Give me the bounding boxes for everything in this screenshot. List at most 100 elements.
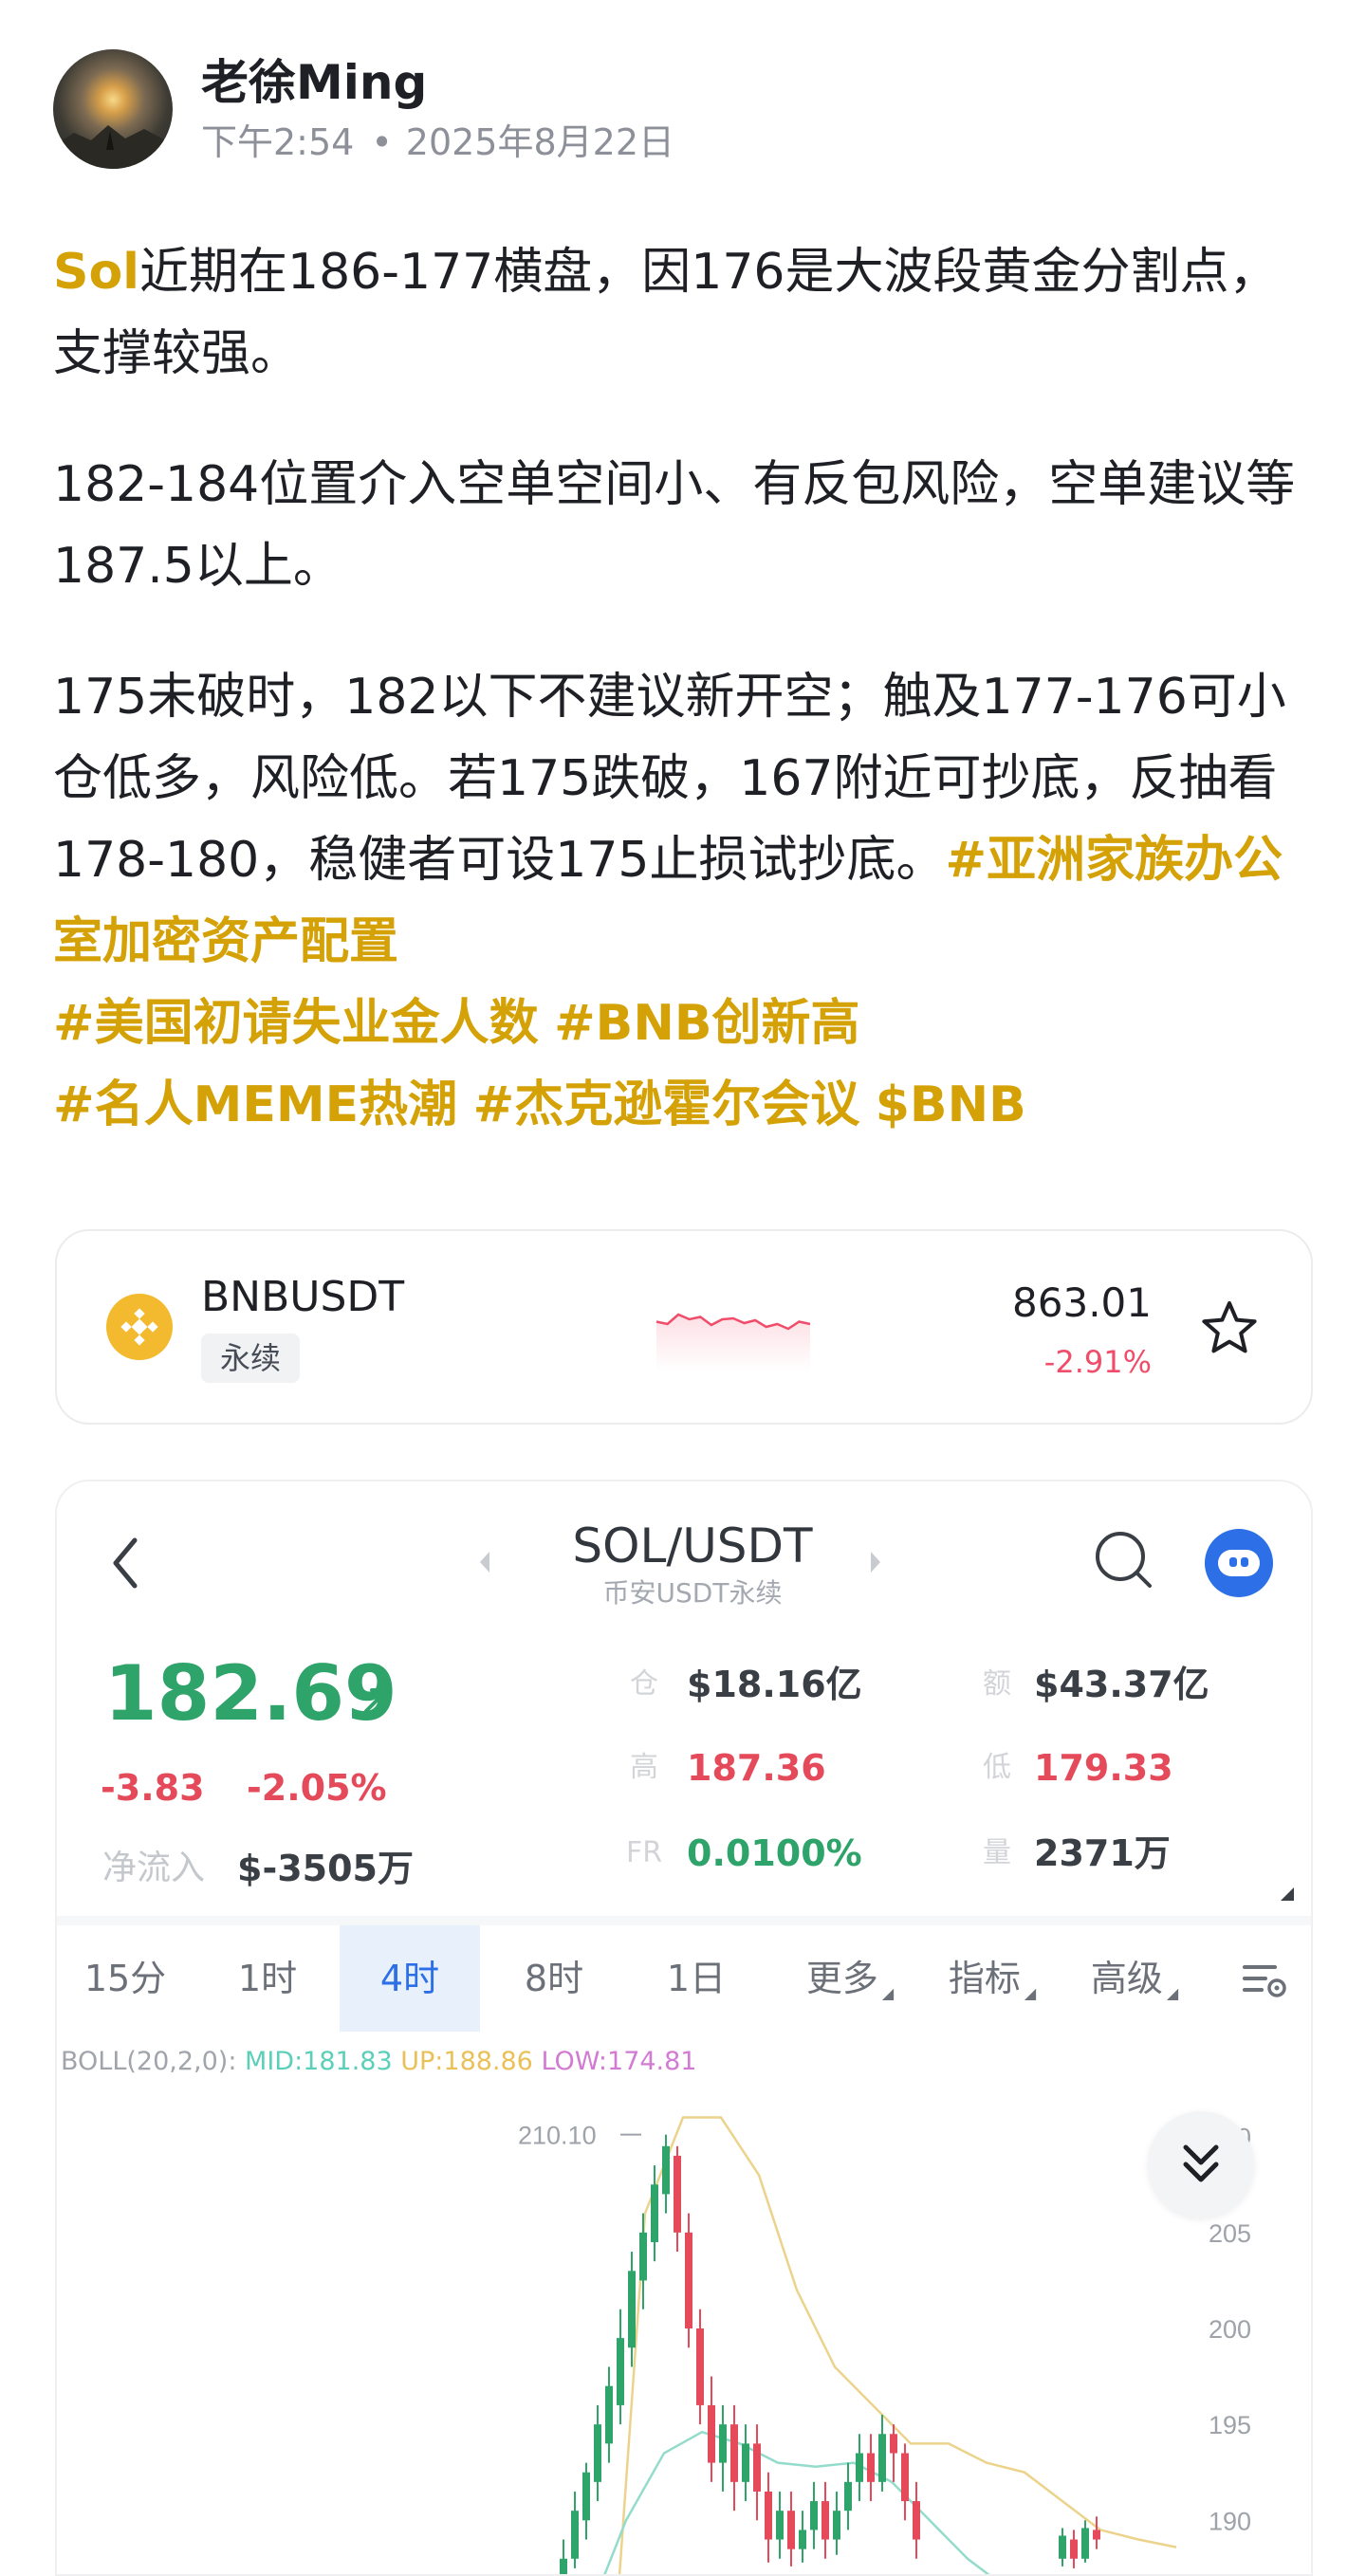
tab-1h[interactable]: 1时	[209, 1925, 326, 2032]
scroll-down-button[interactable]	[1148, 2111, 1254, 2217]
author-name[interactable]: 老徐Ming	[201, 49, 427, 116]
candle-body	[787, 2511, 795, 2549]
hashtag[interactable]: #名人MEME热潮	[53, 1076, 457, 1133]
post-body: Sol近期在186-177横盘，因176是大波段黄金分割点，支撑较强。 182-…	[53, 231, 1324, 1195]
high-marker-label: 210.10	[518, 2122, 597, 2150]
hashtag-line-3: #名人MEME热潮 #杰克逊霍尔会议 $BNB	[53, 1064, 1324, 1146]
quantity-value: 2371万	[1034, 1832, 1171, 1874]
candle-body	[605, 2385, 613, 2444]
candlestick-chart[interactable]: 210205200195190210.10	[57, 2079, 1313, 2576]
amount-value: $43.37亿	[1034, 1664, 1209, 1705]
tab-more-label: 更多	[805, 1958, 878, 1999]
star-icon[interactable]	[1199, 1297, 1260, 1358]
boll-mid: MID:181.83	[245, 2047, 393, 2076]
ticker-card[interactable]: BNBUSDT 永续 863.01 -2.91%	[55, 1229, 1313, 1425]
boll-low: LOW:174.81	[541, 2047, 697, 2076]
change-percent: -2.05%	[247, 1767, 387, 1809]
candle-body	[696, 2328, 704, 2405]
candle-body	[685, 2232, 692, 2328]
bot-eye	[1241, 1557, 1248, 1567]
open-interest-value: $18.16亿	[687, 1664, 862, 1705]
candle-body	[913, 2501, 920, 2540]
net-inflow-label: 净流入	[102, 1849, 206, 1887]
tab-1d[interactable]: 1日	[637, 1925, 755, 2032]
sparkline-area	[656, 1315, 810, 1371]
hashtag[interactable]: #美国初请失业金人数	[53, 995, 539, 1052]
low-value: 179.33	[1034, 1747, 1173, 1789]
candle-body	[890, 2434, 897, 2454]
boll-up: UP:188.86	[400, 2047, 533, 2076]
candle-body	[719, 2424, 727, 2463]
candle-body	[571, 2511, 579, 2559]
tab-advanced-label: 高级	[1090, 1958, 1163, 1999]
candle-body	[730, 2424, 738, 2482]
candle-body	[639, 2232, 647, 2281]
bot-eye	[1229, 1557, 1237, 1567]
post-paragraph-1: Sol近期在186-177横盘，因176是大波段黄金分割点，支撑较强。	[53, 231, 1324, 395]
y-tick-label: 195	[1209, 2411, 1251, 2439]
post-paragraph-3: 175未破时，182以下不建议新开空；触及177-176可小仓低多，风险低。若1…	[53, 656, 1324, 1146]
ticker-price: 863.01	[1012, 1279, 1152, 1326]
boll-label: BOLL(20,2,0):	[61, 2047, 237, 2076]
funding-value: 0.0100%	[687, 1832, 862, 1874]
candle-body	[651, 2184, 658, 2242]
double-chevron-down-icon	[1183, 2144, 1219, 2182]
candle-body	[1070, 2539, 1078, 2559]
candle-body	[594, 2424, 601, 2482]
post-time: 下午2:54	[201, 121, 355, 163]
interval-tabs: 15分 1时 4时 8时 1日 更多 ◢ 指标 ◢ 高级 ◢	[57, 1925, 1311, 2032]
embedded-chart-screenshot[interactable]: SOL/USDT 币安USDT永续 182.69 -3.83 -2.05% 净流…	[55, 1480, 1313, 2576]
candle-body	[878, 2434, 886, 2482]
tab-8h[interactable]: 8时	[495, 1925, 613, 2032]
tab-indicators[interactable]: 指标 ◢	[924, 1925, 1061, 2032]
section-divider	[57, 1916, 1311, 1925]
candle-body	[776, 2511, 784, 2540]
candle-body	[753, 2443, 761, 2492]
prev-pair-arrow-icon[interactable]	[474, 1548, 493, 1576]
candle-body	[742, 2443, 749, 2482]
net-inflow-value: $-3505万	[237, 1848, 414, 1889]
search-icon[interactable]	[1091, 1527, 1157, 1593]
tab-advanced[interactable]: 高级 ◢	[1066, 1925, 1203, 2032]
tab-15m[interactable]: 15分	[66, 1925, 184, 2032]
bnb-coin-icon	[106, 1294, 173, 1360]
candle-body	[799, 2530, 806, 2549]
bot-face	[1218, 1550, 1260, 1576]
trend-up-icon	[364, 1688, 389, 1713]
candle-body	[1059, 2535, 1066, 2559]
expand-corner-icon[interactable]	[1281, 1887, 1294, 1901]
symbol-link[interactable]: Sol	[53, 244, 139, 301]
hashtag[interactable]: #BNB创新高	[554, 995, 859, 1052]
ticker-type-badge: 永续	[201, 1334, 301, 1383]
back-icon[interactable]	[106, 1533, 144, 1593]
y-tick-label: 190	[1209, 2507, 1251, 2535]
cashtag[interactable]: $BNB	[876, 1076, 1026, 1133]
low-label: 低	[983, 1751, 1011, 1784]
ticker-pair: BNBUSDT	[201, 1273, 405, 1321]
ticker-change: -2.91%	[1043, 1344, 1152, 1380]
candle-body	[582, 2472, 590, 2521]
assistant-bot-icon[interactable]	[1205, 1529, 1273, 1597]
tab-more[interactable]: 更多 ◢	[782, 1925, 918, 2032]
high-value: 187.36	[687, 1747, 826, 1789]
meta-separator: •	[371, 121, 393, 163]
hashtag-line-2: #美国初请失业金人数 #BNB创新高	[53, 983, 1324, 1064]
hashtag[interactable]: #杰克逊霍尔会议	[473, 1076, 860, 1133]
tab-4h[interactable]: 4时	[340, 1925, 480, 2032]
caret-icon: ◢	[1024, 1984, 1037, 2002]
tab-indicators-label: 指标	[948, 1958, 1021, 1999]
post-meta: 下午2:54 • 2025年8月22日	[201, 120, 674, 165]
screenshot-pair-subtitle: 币安USDT永续	[602, 1577, 783, 1609]
post-date: 2025年8月22日	[405, 121, 675, 163]
funding-label: FR	[626, 1836, 663, 1869]
price-sparkline	[655, 1313, 811, 1371]
high-label: 高	[630, 1751, 658, 1784]
next-pair-arrow-icon[interactable]	[867, 1548, 886, 1576]
chart-settings-icon[interactable]	[1241, 1960, 1288, 2001]
screenshot-pair-title: SOL/USDT	[572, 1518, 813, 1573]
change-absolute: -3.83	[101, 1767, 205, 1809]
candle-body	[765, 2491, 772, 2540]
open-interest-label: 仓	[630, 1667, 658, 1701]
candle-body	[844, 2481, 852, 2512]
avatar[interactable]	[53, 49, 173, 169]
